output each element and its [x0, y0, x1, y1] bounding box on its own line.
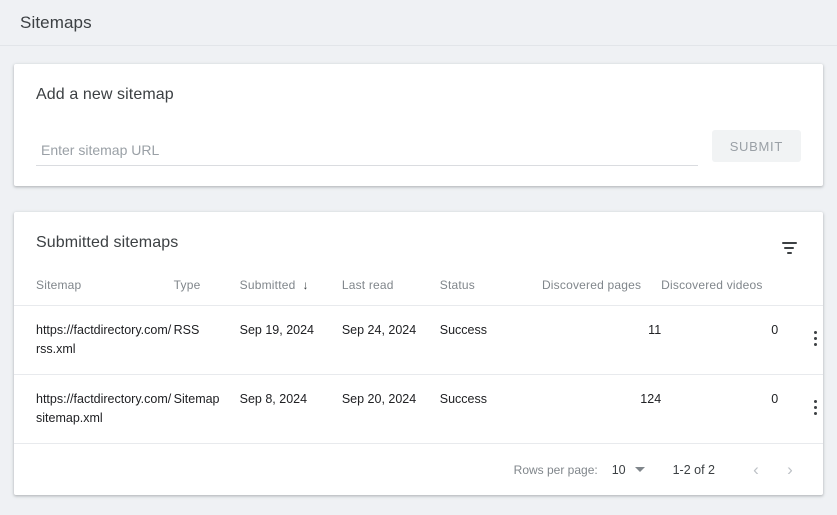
cell-discovered-pages: 11	[541, 305, 662, 375]
cell-row-actions	[778, 374, 823, 443]
column-header-last-read-label: Last read	[341, 278, 394, 292]
rows-per-page-select[interactable]: 10	[612, 463, 645, 477]
column-header-last-read[interactable]: Last read	[342, 278, 440, 306]
column-header-type[interactable]: Type	[174, 278, 240, 306]
cell-type: RSS	[173, 305, 240, 375]
table-row[interactable]: https://factdirectory.com/rss.xml RSS Se…	[14, 305, 823, 375]
cell-sitemap-url[interactable]: https://factdirectory.com/rss.xml	[14, 305, 174, 375]
cell-last-read-date: Sep 24, 2024	[341, 305, 440, 375]
column-header-discovered-videos[interactable]: Discovered videos	[661, 278, 778, 306]
cell-type: Sitemap	[173, 374, 240, 443]
cell-submitted-date: Sep 8, 2024	[239, 374, 342, 443]
cell-discovered-videos: 0	[661, 374, 779, 443]
page-header: Sitemaps	[0, 0, 837, 46]
column-header-sitemap-label: Sitemap	[36, 278, 82, 292]
filter-icon-bar-2	[784, 247, 794, 249]
cell-status: Success	[439, 374, 542, 443]
submitted-sitemaps-heading: Submitted sitemaps	[36, 234, 179, 251]
table-row[interactable]: https://factdirectory.com/sitemap.xml Si…	[14, 374, 823, 443]
more-vert-dot-3	[814, 412, 817, 415]
sitemap-url-field-wrapper	[36, 142, 712, 166]
cell-sitemap-url[interactable]: https://factdirectory.com/sitemap.xml	[14, 374, 174, 443]
table-header-row: Sitemap Type Submitted ↓ Last read Status…	[14, 278, 823, 306]
more-vert-dot-1	[814, 400, 817, 403]
column-header-status-label: Status	[439, 278, 475, 292]
column-header-sitemap[interactable]: Sitemap	[14, 278, 174, 306]
column-header-type-label: Type	[173, 278, 201, 292]
more-vert-icon[interactable]	[808, 398, 823, 417]
submitted-sitemaps-header: Submitted sitemaps	[14, 212, 823, 260]
rows-per-page-label: Rows per page:	[513, 462, 598, 477]
cell-last-read-date: Sep 20, 2024	[341, 374, 440, 443]
submit-button[interactable]: SUBMIT	[711, 130, 801, 162]
column-header-submitted[interactable]: Submitted ↓	[240, 278, 342, 306]
column-header-actions	[778, 278, 823, 306]
pagination-bar: Rows per page: 10 1-2 of 2 ‹ ›	[14, 443, 823, 495]
more-vert-dot-1	[814, 331, 817, 334]
filter-icon[interactable]	[777, 236, 801, 260]
page-title: Sitemaps	[20, 12, 92, 32]
add-sitemap-form: SUBMIT	[36, 130, 801, 166]
column-header-discovered-pages-label: Discovered pages	[541, 278, 642, 292]
column-header-status[interactable]: Status	[440, 278, 542, 306]
filter-icon-bar-1	[781, 242, 797, 244]
column-header-discovered-videos-label: Discovered videos	[661, 278, 763, 292]
chevron-down-icon	[634, 467, 645, 472]
column-header-submitted-label: Submitted	[239, 278, 296, 292]
cell-status: Success	[439, 305, 542, 375]
sitemap-url-input[interactable]	[36, 142, 698, 166]
cell-submitted-date: Sep 19, 2024	[239, 305, 342, 375]
more-vert-dot-2	[814, 337, 817, 340]
more-vert-icon[interactable]	[808, 329, 823, 348]
column-header-discovered-pages[interactable]: Discovered pages	[542, 278, 661, 306]
more-vert-dot-3	[814, 343, 817, 346]
more-vert-dot-2	[814, 406, 817, 409]
add-sitemap-card: Add a new sitemap SUBMIT	[14, 64, 823, 186]
filter-icon-bar-3	[786, 252, 792, 254]
submitted-sitemaps-card: Submitted sitemaps Sitemap Type Submitte…	[14, 212, 823, 495]
next-page-button[interactable]: ›	[773, 453, 807, 487]
cell-discovered-pages: 124	[541, 374, 662, 443]
cell-discovered-videos: 0	[661, 305, 779, 375]
add-sitemap-heading: Add a new sitemap	[36, 86, 174, 103]
rows-per-page-value: 10	[611, 462, 626, 477]
sort-descending-arrow-icon: ↓	[302, 278, 309, 292]
previous-page-button[interactable]: ‹	[739, 453, 773, 487]
sitemaps-table: Sitemap Type Submitted ↓ Last read Status…	[14, 278, 823, 443]
pagination-range-label: 1-2 of 2	[672, 462, 715, 477]
cell-row-actions	[778, 305, 823, 375]
